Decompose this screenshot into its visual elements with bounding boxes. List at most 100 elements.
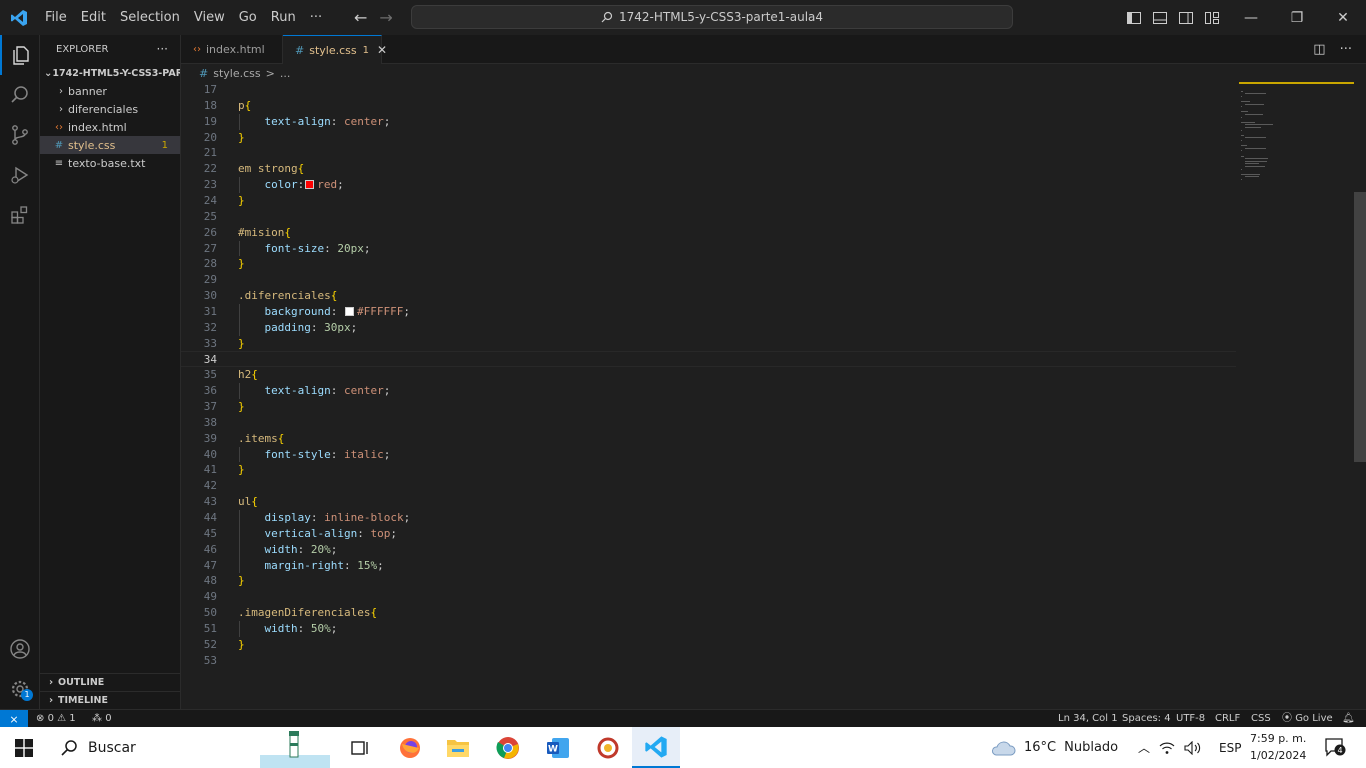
explorer-icon[interactable]: [0, 35, 40, 75]
go-live-button[interactable]: ⦿ Go Live: [1282, 710, 1333, 728]
forward-arrow-icon[interactable]: →: [379, 8, 392, 27]
indentation[interactable]: Spaces: 4: [1122, 710, 1171, 728]
code-line[interactable]: 39 .items{: [181, 431, 1236, 447]
weather-widget[interactable]: 16°C Nublado: [990, 727, 1118, 768]
code-line[interactable]: 36 text-align: center;: [181, 383, 1236, 399]
outline-section[interactable]: › OUTLINE: [40, 673, 181, 691]
explorer-more-button[interactable]: ···: [157, 42, 168, 56]
code-line[interactable]: 26 #mision{: [181, 225, 1236, 241]
code-line[interactable]: 23 color: red;: [181, 177, 1236, 193]
manage-gear-icon[interactable]: [0, 669, 40, 709]
account-icon[interactable]: [0, 629, 40, 669]
language-mode[interactable]: CSS: [1251, 710, 1271, 728]
toggle-secondary-sidebar-icon[interactable]: [1178, 10, 1194, 26]
minimize-button[interactable]: —: [1228, 0, 1274, 35]
code-line[interactable]: 40 font-style: italic;: [181, 447, 1236, 463]
notifications-bell-icon[interactable]: 🔔︎: [1342, 710, 1355, 728]
customize-layout-icon[interactable]: [1204, 10, 1220, 26]
task-view-icon[interactable]: [336, 727, 384, 768]
code-line[interactable]: 38: [181, 415, 1236, 431]
code-line[interactable]: 32 padding: 30px;: [181, 320, 1236, 336]
windows-start-icon[interactable]: [0, 727, 48, 768]
end-of-line[interactable]: CRLF: [1215, 710, 1240, 728]
code-line[interactable]: 25: [181, 209, 1236, 225]
code-line[interactable]: 19 text-align: center;: [181, 114, 1236, 130]
code-line[interactable]: 22 em strong{: [181, 161, 1236, 177]
extensions-icon[interactable]: [0, 195, 40, 235]
word-icon[interactable]: W: [534, 727, 582, 768]
code-line[interactable]: 17: [181, 82, 1236, 98]
input-language[interactable]: ESP: [1219, 741, 1241, 755]
menu-file[interactable]: File: [38, 0, 74, 35]
tree-file-index-html[interactable]: ‹› index.html: [40, 118, 180, 136]
code-line[interactable]: 24}: [181, 193, 1236, 209]
back-arrow-icon[interactable]: ←: [354, 8, 367, 27]
remote-indicator-icon[interactable]: ⨯: [0, 710, 28, 728]
minimap[interactable]: [1239, 82, 1354, 709]
timeline-section[interactable]: › TIMELINE: [40, 691, 181, 709]
show-hidden-icons-icon[interactable]: ︿: [1138, 739, 1150, 756]
firefox-icon[interactable]: [386, 727, 434, 768]
code-line[interactable]: 49: [181, 589, 1236, 605]
restore-button[interactable]: ❐: [1274, 0, 1320, 35]
code-line[interactable]: 53: [181, 653, 1236, 669]
code-line[interactable]: 20}: [181, 130, 1236, 146]
code-line[interactable]: 21: [181, 145, 1236, 161]
code-editor[interactable]: 17 18 p{19 text-align: center; 20} 21 22 em st…: [181, 82, 1366, 709]
menu-view[interactable]: View: [187, 0, 232, 35]
code-line[interactable]: 42: [181, 478, 1236, 494]
cursor-position[interactable]: Ln 34, Col 1: [1058, 710, 1118, 728]
tab-style-css[interactable]: # style.css 1 ✕: [283, 35, 387, 64]
vscode-icon[interactable]: [632, 727, 680, 768]
code-line[interactable]: 34: [181, 351, 1236, 368]
run-debug-icon[interactable]: [0, 155, 40, 195]
code-line[interactable]: 45 vertical-align: top;: [181, 526, 1236, 542]
taskbar-search[interactable]: Buscar: [48, 727, 338, 768]
code-line[interactable]: 46 width: 20%;: [181, 542, 1236, 558]
paint-app-icon[interactable]: [584, 727, 632, 768]
menu-more[interactable]: ···: [303, 0, 329, 35]
ports-indicator[interactable]: ⁂ 0: [92, 710, 112, 728]
code-line[interactable]: 28}: [181, 256, 1236, 272]
wifi-icon[interactable]: [1159, 741, 1175, 755]
code-line[interactable]: 30 .diferenciales{: [181, 288, 1236, 304]
search-icon[interactable]: [0, 75, 40, 115]
code-line[interactable]: 41}: [181, 462, 1236, 478]
color-swatch-icon[interactable]: [344, 306, 354, 316]
close-button[interactable]: ✕: [1320, 0, 1366, 35]
tab-index-html[interactable]: ‹› index.html: [181, 35, 283, 64]
code-line[interactable]: 33}: [181, 336, 1236, 352]
menu-edit[interactable]: Edit: [74, 0, 113, 35]
color-swatch-icon[interactable]: [305, 180, 315, 190]
toggle-sidebar-icon[interactable]: [1126, 10, 1142, 26]
breadcrumb-file[interactable]: style.css: [213, 67, 260, 80]
menu-selection[interactable]: Selection: [113, 0, 187, 35]
close-tab-icon[interactable]: ✕: [377, 43, 387, 57]
workspace-root-folder[interactable]: ⌄ 1742-HTML5-Y-CSS3-PAR...: [40, 64, 180, 82]
menu-run[interactable]: Run: [264, 0, 303, 35]
split-editor-icon[interactable]: ◫: [1313, 42, 1325, 57]
tree-file-texto-base[interactable]: ≡ texto-base.txt: [40, 154, 180, 172]
tree-folder-banner[interactable]: › banner: [40, 82, 180, 100]
more-actions-icon[interactable]: ···: [1340, 42, 1352, 57]
source-control-icon[interactable]: [0, 115, 40, 155]
code-line[interactable]: 43 ul{: [181, 494, 1236, 510]
menu-go[interactable]: Go: [232, 0, 264, 35]
code-line[interactable]: 31 background: #FFFFFF;: [181, 304, 1236, 320]
code-line[interactable]: 18 p{: [181, 98, 1236, 114]
code-line[interactable]: 48}: [181, 573, 1236, 589]
code-line[interactable]: 51 width: 50%;: [181, 621, 1236, 637]
tree-file-style-css[interactable]: # style.css 1: [40, 136, 180, 154]
volume-icon[interactable]: [1184, 740, 1202, 755]
problems-indicator[interactable]: ⊗ 0 ⚠ 1: [36, 710, 76, 728]
command-center-search[interactable]: 1742-HTML5-y-CSS3-parte1-aula4: [411, 5, 1013, 29]
code-line[interactable]: 50 .imagenDiferenciales{: [181, 605, 1236, 621]
code-line[interactable]: 52}: [181, 637, 1236, 653]
code-line[interactable]: 47 margin-right: 15%;: [181, 558, 1236, 574]
code-line[interactable]: 37}: [181, 399, 1236, 415]
tree-folder-diferenciales[interactable]: › diferenciales: [40, 100, 180, 118]
breadcrumb-symbol[interactable]: ...: [280, 67, 291, 80]
vertical-scrollbar[interactable]: [1354, 192, 1366, 462]
notification-center-icon[interactable]: 4: [1324, 737, 1346, 761]
code-line[interactable]: 44 display: inline-block;: [181, 510, 1236, 526]
